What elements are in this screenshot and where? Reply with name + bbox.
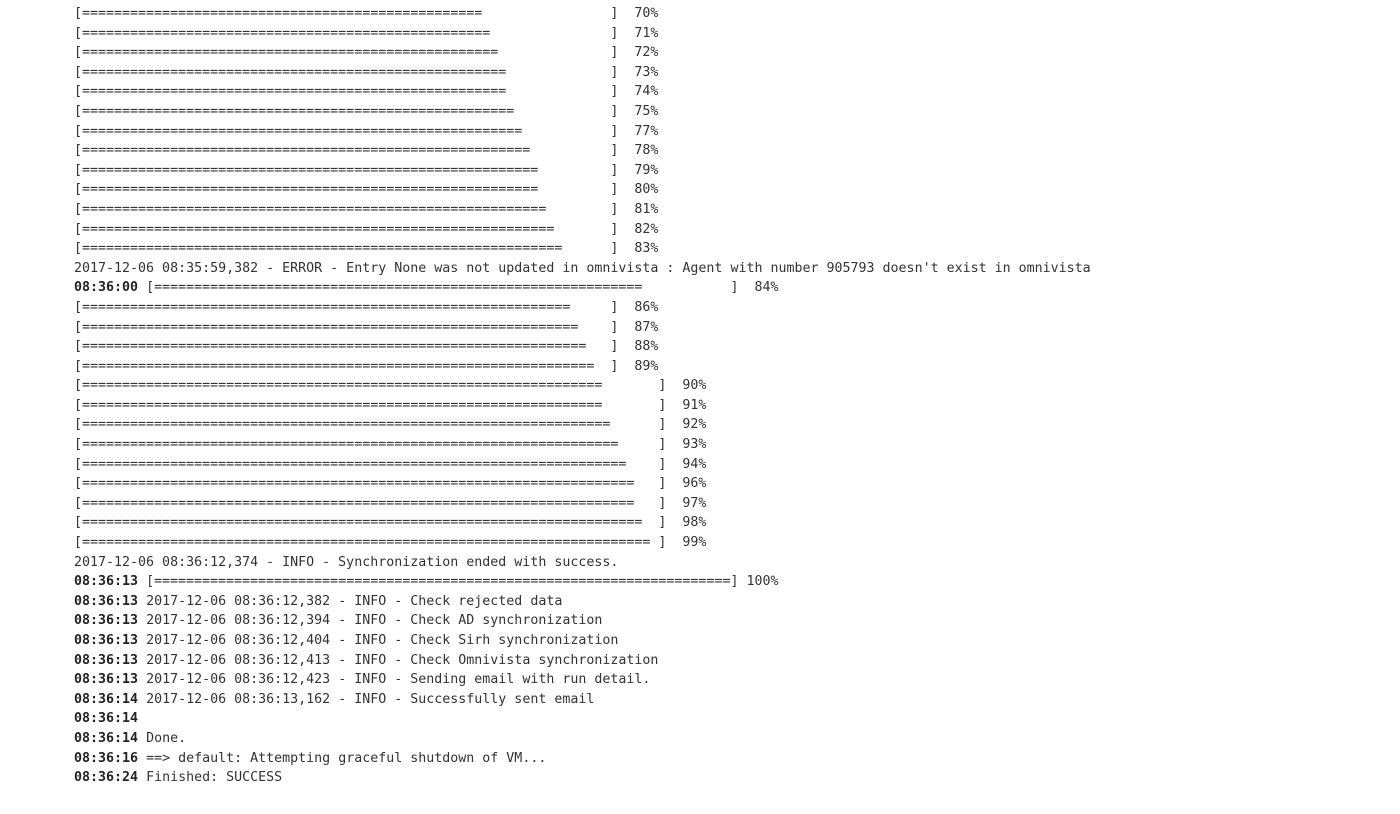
timestamp: 08:36:24 <box>74 770 139 786</box>
console-line: 08:36:13 2017-12-06 08:36:12,394 - INFO … <box>74 611 1374 631</box>
log-text: 2017-12-06 08:36:12,423 - INFO - Sending… <box>146 672 651 688</box>
log-text: ==> default: Attempting graceful shutdow… <box>146 750 547 766</box>
log-text: [=======================================… <box>74 162 659 178</box>
log-text: [=======================================… <box>74 84 659 100</box>
console-line: [=======================================… <box>74 82 1374 102</box>
log-text: [=======================================… <box>74 6 659 21</box>
console-line: [=======================================… <box>74 357 1374 377</box>
log-text: 2017-12-06 08:36:12,394 - INFO - Check A… <box>146 613 603 629</box>
console-line: [=======================================… <box>74 318 1374 338</box>
log-text: [=======================================… <box>74 201 659 217</box>
console-line: [=======================================… <box>74 396 1374 416</box>
timestamp: 08:36:14 <box>74 711 139 727</box>
log-text: 2017-12-06 08:36:12,374 - INFO - Synchro… <box>74 554 619 570</box>
console-line: 08:36:14 2017-12-06 08:36:13,162 - INFO … <box>74 690 1374 710</box>
timestamp: 08:36:13 <box>74 574 139 590</box>
log-text: [=======================================… <box>74 339 659 355</box>
log-text: [=======================================… <box>74 143 659 159</box>
console-line: [=======================================… <box>74 533 1374 553</box>
console-line: 08:36:14 Done. <box>74 729 1374 749</box>
console-line: [=======================================… <box>74 435 1374 455</box>
log-text: [=======================================… <box>146 574 779 590</box>
log-text: [=======================================… <box>74 123 659 139</box>
console-line: 08:36:16 ==> default: Attempting gracefu… <box>74 749 1374 769</box>
log-text: [=======================================… <box>74 241 659 257</box>
console-line: [=======================================… <box>74 494 1374 514</box>
console-line: 08:36:13 2017-12-06 08:36:12,404 - INFO … <box>74 631 1374 651</box>
log-text: Done. <box>146 730 187 746</box>
console-line: 08:36:13 2017-12-06 08:36:12,423 - INFO … <box>74 670 1374 690</box>
log-text: 2017-12-06 08:36:12,382 - INFO - Check r… <box>146 593 563 609</box>
console-line: [=======================================… <box>74 63 1374 83</box>
timestamp: 08:36:00 <box>74 280 139 296</box>
timestamp: 08:36:13 <box>74 672 139 688</box>
timestamp: 08:36:14 <box>74 691 139 707</box>
log-text: [=======================================… <box>74 221 659 237</box>
console-line: 08:36:14 <box>74 709 1374 729</box>
log-text: [=======================================… <box>74 456 707 472</box>
console-line: [=======================================… <box>74 24 1374 44</box>
log-text: [=======================================… <box>74 437 707 453</box>
console-line: [=======================================… <box>74 4 1374 24</box>
timestamp: 08:36:13 <box>74 633 139 648</box>
log-text: [=======================================… <box>74 476 707 492</box>
console-line: [=======================================… <box>74 200 1374 220</box>
log-text: [=======================================… <box>74 45 659 61</box>
log-text: [=======================================… <box>74 182 659 198</box>
timestamp: 08:36:13 <box>74 613 139 629</box>
timestamp: 08:36:16 <box>74 750 139 766</box>
console-line: [=======================================… <box>74 43 1374 63</box>
console-line: 08:36:00 [==============================… <box>74 278 1374 298</box>
console-line: [=======================================… <box>74 220 1374 240</box>
log-text: 2017-12-06 08:36:12,404 - INFO - Check S… <box>146 633 619 648</box>
log-text: [=======================================… <box>74 397 707 413</box>
console-line: [=======================================… <box>74 141 1374 161</box>
console-line: [=======================================… <box>74 474 1374 494</box>
log-text: [=======================================… <box>74 495 707 511</box>
log-text: [=======================================… <box>74 64 659 80</box>
log-text: [=======================================… <box>74 103 659 119</box>
timestamp: 08:36:13 <box>74 593 139 609</box>
console-line: [=======================================… <box>74 455 1374 475</box>
log-text: [=======================================… <box>74 378 707 394</box>
log-text: 2017-12-06 08:36:13,162 - INFO - Success… <box>146 691 595 707</box>
console-line: 08:36:13 2017-12-06 08:36:12,413 - INFO … <box>74 651 1374 671</box>
log-text: [=======================================… <box>74 358 659 374</box>
console-line: 2017-12-06 08:36:12,374 - INFO - Synchro… <box>74 553 1374 573</box>
console-line: [=======================================… <box>74 102 1374 122</box>
console-line: [=======================================… <box>74 376 1374 396</box>
console-line: [=======================================… <box>74 161 1374 181</box>
console-line: 08:36:13 [==============================… <box>74 572 1374 592</box>
log-text: [=======================================… <box>74 299 659 315</box>
console-line: 08:36:13 2017-12-06 08:36:12,382 - INFO … <box>74 592 1374 612</box>
log-text: Finished: SUCCESS <box>146 770 283 786</box>
log-text: [=======================================… <box>74 535 707 551</box>
log-text: [=======================================… <box>74 515 707 531</box>
console-line: [=======================================… <box>74 337 1374 357</box>
log-text: 2017-12-06 08:35:59,382 - ERROR - Entry … <box>74 260 1091 276</box>
console-line: [=======================================… <box>74 180 1374 200</box>
console-line: 08:36:24 Finished: SUCCESS <box>74 768 1374 788</box>
log-text: [=======================================… <box>146 280 779 296</box>
console-output: [=======================================… <box>74 4 1374 788</box>
log-text: [=======================================… <box>74 25 659 41</box>
log-text: [=======================================… <box>74 319 659 335</box>
log-text: [=======================================… <box>74 417 707 433</box>
console-line: [=======================================… <box>74 298 1374 318</box>
console-line: [=======================================… <box>74 239 1374 259</box>
timestamp: 08:36:14 <box>74 730 139 746</box>
log-text: 2017-12-06 08:36:12,413 - INFO - Check O… <box>146 652 659 668</box>
console-line: [=======================================… <box>74 513 1374 533</box>
console-line: [=======================================… <box>74 122 1374 142</box>
console-line: 2017-12-06 08:35:59,382 - ERROR - Entry … <box>74 259 1374 279</box>
timestamp: 08:36:13 <box>74 652 139 668</box>
console-line: [=======================================… <box>74 415 1374 435</box>
